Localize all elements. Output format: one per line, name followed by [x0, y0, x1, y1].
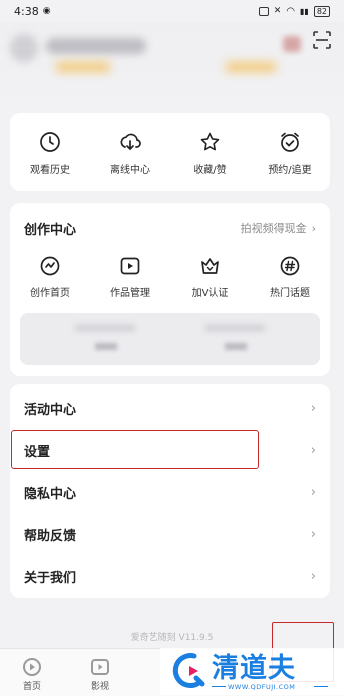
tab-home-label: 首页: [22, 682, 41, 692]
menu-item-activity-label: 活动中心: [24, 402, 77, 418]
eye-icon: ◉: [42, 6, 51, 16]
vip-banner-2[interactable]: [225, 62, 277, 72]
quick-actions-card: 观看历史 离线中心 收藏/赞 预约/追更: [10, 113, 330, 191]
star-icon: [200, 132, 220, 151]
creation-center-card: 创作中心 拍视频得现金 › 创作首页 作品管理 加V认证 热门话题: [10, 203, 330, 376]
works-manage-button[interactable]: 作品管理: [90, 255, 170, 299]
watermark-brand: 清道夫: [212, 653, 296, 684]
video-manage-icon: [120, 257, 140, 275]
menu-item-settings[interactable]: 设置 ›: [10, 429, 330, 471]
menu-item-settings-label: 设置: [24, 444, 51, 460]
wifi-icon: ◠: [286, 5, 295, 17]
chevron-right-icon: ›: [310, 568, 316, 584]
chevron-right-icon: ›: [311, 221, 316, 235]
tab-video-label: 影视: [90, 682, 109, 692]
signal-icon: ▮▮: [300, 6, 309, 16]
crown-icon: [201, 258, 219, 274]
mute-icon: ✕: [273, 6, 282, 16]
menu-item-about-label: 关于我们: [24, 570, 77, 586]
video-tab-icon: [91, 659, 109, 675]
menu-item-privacy-label: 隐私中心: [24, 486, 77, 502]
reservation-label: 预约/追更: [268, 165, 312, 176]
status-time: 4:38: [14, 4, 39, 18]
chevron-right-icon: ›: [310, 442, 316, 458]
watermark-divider: [314, 686, 328, 687]
watch-history-label: 观看历史: [30, 165, 70, 176]
download-icon: [120, 133, 141, 151]
watch-history-button[interactable]: 观看历史: [10, 113, 90, 191]
offline-center-label: 离线中心: [110, 165, 150, 176]
hot-topics-button[interactable]: 热门话题: [250, 255, 330, 299]
nfc-icon: [258, 6, 269, 16]
watermark-url: WWW.QDFUJI.COM: [228, 683, 296, 691]
menu-item-activity[interactable]: 活动中心 ›: [10, 387, 330, 429]
hashtag-icon: [280, 256, 300, 276]
chevron-right-icon: ›: [310, 400, 316, 416]
alarm-icon: [281, 132, 299, 152]
reservation-button[interactable]: 预约/追更: [250, 113, 330, 191]
clock-icon: [40, 132, 60, 152]
status-bar: 4:38 ◉ ✕ ◠ ▮▮ 82: [0, 0, 344, 22]
creation-promo-text: 拍视频得现金: [240, 222, 307, 235]
profile-header: [0, 22, 344, 112]
menu-item-feedback[interactable]: 帮助反馈 ›: [10, 513, 330, 555]
watermark-logo-icon: [172, 653, 205, 688]
favorites-button[interactable]: 收藏/赞: [170, 113, 250, 191]
verify-v-button[interactable]: 加V认证: [170, 255, 250, 299]
creation-promo-link[interactable]: 拍视频得现金 ›: [241, 220, 316, 236]
creator-home-icon: [40, 256, 60, 276]
favorites-label: 收藏/赞: [193, 165, 227, 176]
menu-item-privacy[interactable]: 隐私中心 ›: [10, 471, 330, 513]
message-icon[interactable]: [283, 36, 301, 52]
hot-topics-label: 热门话题: [270, 288, 310, 299]
home-tab-icon: [23, 658, 41, 676]
chevron-right-icon: ›: [310, 526, 316, 542]
settings-menu-card: 活动中心 › 设置 › 隐私中心 › 帮助反馈 › 关于我们 ›: [10, 384, 330, 598]
offline-center-button[interactable]: 离线中心: [90, 113, 170, 191]
scan-icon[interactable]: [312, 30, 332, 50]
avatar[interactable]: [10, 34, 38, 62]
creation-title: 创作中心: [24, 223, 77, 238]
chevron-right-icon: ›: [310, 484, 316, 500]
tab-home[interactable]: 首页: [12, 657, 52, 692]
creator-home-label: 创作首页: [30, 288, 70, 299]
creator-stats-panel[interactable]: [20, 313, 320, 365]
creator-home-button[interactable]: 创作首页: [10, 255, 90, 299]
menu-item-feedback-label: 帮助反馈: [24, 528, 77, 544]
battery-icon: 82: [313, 5, 330, 17]
vip-banner[interactable]: [55, 62, 111, 72]
works-manage-label: 作品管理: [110, 288, 150, 299]
watermark-divider: [212, 686, 226, 687]
username[interactable]: [46, 38, 146, 54]
verify-v-label: 加V认证: [191, 288, 229, 299]
menu-item-about[interactable]: 关于我们 ›: [10, 555, 330, 597]
tab-video[interactable]: 影视: [80, 657, 120, 692]
